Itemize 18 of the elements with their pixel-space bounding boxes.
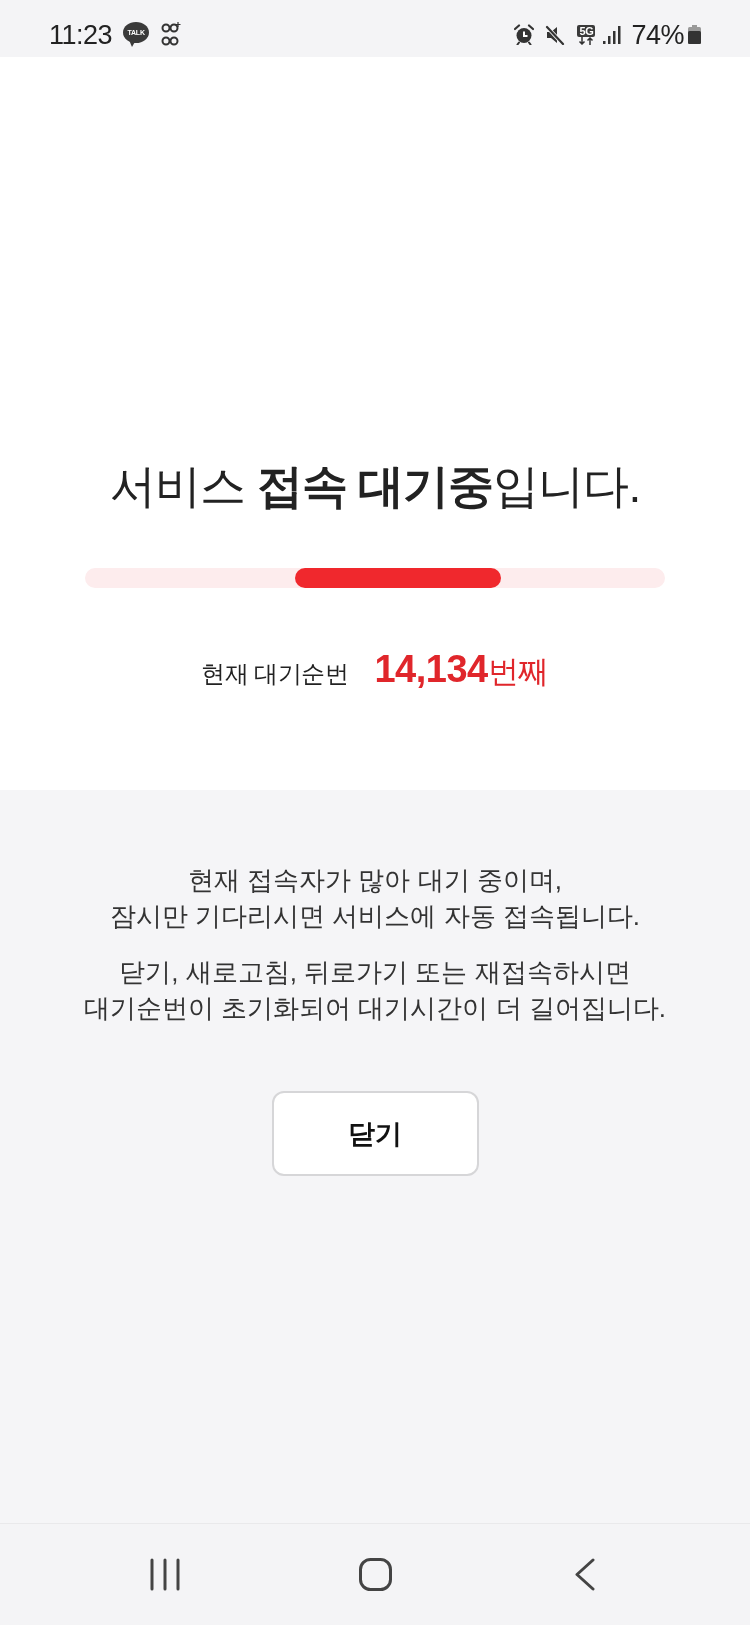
close-button[interactable]: 닫기 <box>271 1091 479 1176</box>
clock-time: 11:23 <box>49 19 113 50</box>
home-icon <box>358 1558 392 1591</box>
notice-text: 현재 접속자가 많아 대기 중이며, 잠시만 기다리시면 서비스에 자동 접속됩니다. <box>109 864 641 933</box>
data-arrows-icon <box>578 36 595 45</box>
waiting-title: 서비스 접속 대기중입니다. <box>109 459 641 514</box>
signal-icon <box>603 25 622 44</box>
network-type-label: 5G <box>577 24 596 37</box>
alarm-clock-icon <box>514 24 535 45</box>
recent-apps-icon <box>150 1558 180 1591</box>
battery-percent: 74% <box>631 19 684 50</box>
battery-icon <box>688 25 701 44</box>
circle-grid-icon <box>161 21 182 48</box>
mute-icon <box>545 24 566 45</box>
queue-number: 14,134번째 <box>374 648 549 692</box>
queue-label: 현재 대기순번 <box>201 659 349 689</box>
notice-text: 닫기, 새로고침, 뒤로가기 또는 재접속하시면 대기순번이 초기화되어 대기시간이 더 길어집니다. <box>83 956 667 1025</box>
back-icon <box>575 1558 595 1591</box>
